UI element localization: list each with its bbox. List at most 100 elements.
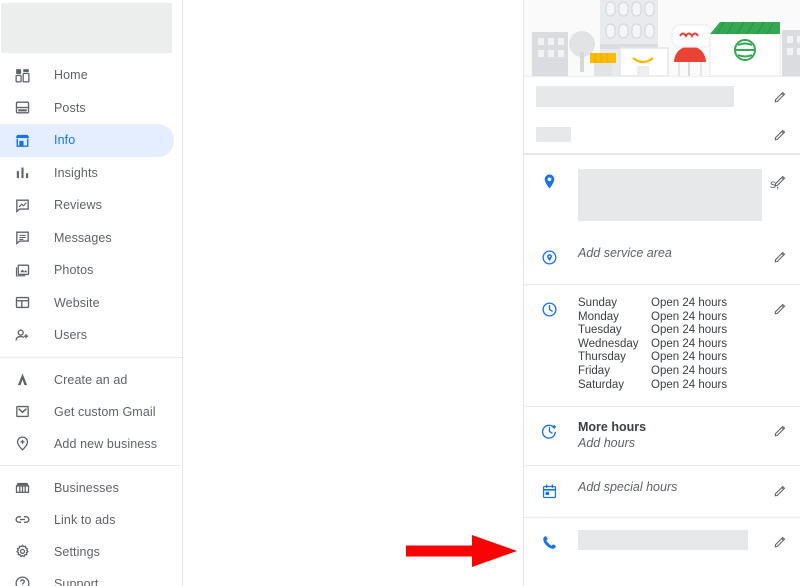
service-area-row[interactable]: Add service area xyxy=(524,231,800,284)
phone-icon xyxy=(538,531,560,553)
edit-business-name-pencil-icon[interactable] xyxy=(770,86,790,106)
sidebar-group-account: Businesses Link to ads Settings Support xyxy=(0,464,182,586)
sidebar-item-support[interactable]: Support xyxy=(0,568,174,586)
brand-placeholder xyxy=(1,3,172,53)
bar-chart-icon xyxy=(10,161,34,185)
edit-phone-pencil-icon[interactable] xyxy=(770,531,790,551)
sidebar-item-insights[interactable]: Insights xyxy=(0,157,174,190)
sidebar-item-posts[interactable]: Posts xyxy=(0,92,174,125)
sidebar-item-photos[interactable]: Photos xyxy=(0,254,174,287)
businesses-icon xyxy=(10,476,34,500)
edit-special-hours-pencil-icon[interactable] xyxy=(770,480,790,500)
sidebar-item-website[interactable]: Website xyxy=(0,287,174,320)
identity-card xyxy=(524,77,800,154)
address-redaction-block xyxy=(578,169,762,221)
hours-day: Tuesday xyxy=(578,324,622,337)
app-root: Home Posts Info Insights Reviews Message… xyxy=(0,0,800,586)
sidebar-item-label: Insights xyxy=(54,165,98,180)
sidebar-item-label: Link to ads xyxy=(54,512,116,527)
address-row[interactable]: s, xyxy=(524,155,800,231)
phone-body xyxy=(578,530,770,551)
edit-service-area-pencil-icon[interactable] xyxy=(770,246,790,266)
edit-more-hours-pencil-icon[interactable] xyxy=(770,420,790,440)
business-name-row[interactable] xyxy=(524,77,800,115)
sidebar-item-info[interactable]: Info xyxy=(0,124,174,157)
sidebar-item-users[interactable]: Users xyxy=(0,319,174,352)
sidebar-item-label: Businesses xyxy=(54,480,119,495)
message-icon xyxy=(10,226,34,250)
storefront-icon xyxy=(10,128,34,152)
sidebar-item-label: Messages xyxy=(54,230,112,245)
sidebar-item-label: Photos xyxy=(54,263,94,278)
hours-table: Sunday Open 24 hours Monday Open 24 hour… xyxy=(578,297,770,392)
sidebar-item-label: Add new business xyxy=(54,436,158,451)
clock-icon xyxy=(538,298,560,320)
special-hours-body: Add special hours xyxy=(578,479,770,495)
address-redaction-wrap: s, xyxy=(578,169,779,221)
hours-value: Open 24 hours xyxy=(651,378,728,391)
business-name-placeholder xyxy=(536,85,734,107)
hours-day: Thursday xyxy=(578,351,626,364)
sidebar-item-home[interactable]: Home xyxy=(0,59,174,92)
sidebar-item-create-an-ad[interactable]: Create an ad xyxy=(0,364,174,396)
sidebar-item-settings[interactable]: Settings xyxy=(0,536,174,568)
gear-icon xyxy=(10,540,34,564)
address-body: s, xyxy=(578,169,779,221)
sidebar-group-promote: Create an ad Get custom Gmail Add new bu… xyxy=(0,356,182,465)
more-hours-subtitle: Add hours xyxy=(578,436,635,451)
google-ads-icon xyxy=(10,368,34,392)
sidebar-item-businesses[interactable]: Businesses xyxy=(0,472,174,504)
hours-body: Sunday Open 24 hours Monday Open 24 hour… xyxy=(578,297,770,392)
phone-row[interactable] xyxy=(524,518,800,565)
edit-business-category-pencil-icon[interactable] xyxy=(770,124,790,144)
special-hours-label: Add special hours xyxy=(578,480,678,495)
more-hours-row[interactable]: More hours Add hours xyxy=(524,407,800,465)
hours-row[interactable]: Sunday Open 24 hours Monday Open 24 hour… xyxy=(524,285,800,406)
calendar-icon xyxy=(538,480,560,502)
location-pin-icon xyxy=(538,170,560,192)
sidebar-item-label: Home xyxy=(54,68,88,83)
link-icon xyxy=(10,508,34,532)
special-hours-row[interactable]: Add special hours xyxy=(524,466,800,517)
sidebar-item-messages[interactable]: Messages xyxy=(0,222,174,255)
sidebar-item-label: Create an ad xyxy=(54,372,128,387)
review-icon xyxy=(10,193,34,217)
business-category-placeholder xyxy=(536,126,571,142)
main-content-area xyxy=(183,0,523,586)
phone-redaction-block xyxy=(578,530,748,551)
edit-hours-pencil-icon[interactable] xyxy=(770,298,790,318)
sidebar-item-add-new-business[interactable]: Add new business xyxy=(0,428,174,460)
dashboard-icon xyxy=(10,63,34,87)
sidebar-item-label: Info xyxy=(54,133,76,148)
more-hours-card: More hours Add hours xyxy=(524,407,800,467)
sidebar-item-get-custom-gmail[interactable]: Get custom Gmail xyxy=(0,396,174,428)
service-area-body: Add service area xyxy=(578,245,770,261)
hours-card: Sunday Open 24 hours Monday Open 24 hour… xyxy=(524,285,800,408)
special-hours-card: Add special hours xyxy=(524,466,800,519)
hours-day: Friday xyxy=(578,364,610,377)
location-card: s, Add service area xyxy=(524,154,800,285)
add-user-icon xyxy=(10,323,34,347)
sidebar-item-label: Support xyxy=(54,576,99,586)
website-icon xyxy=(10,291,34,315)
phone-card xyxy=(524,518,800,566)
sidebar-group-main: Home Posts Info Insights Reviews Message… xyxy=(0,53,182,357)
service-area-label: Add service area xyxy=(578,246,672,260)
sidebar-item-link-to-ads[interactable]: Link to ads xyxy=(0,504,174,536)
more-hours-icon xyxy=(538,420,560,442)
hours-value: Open 24 hours xyxy=(651,337,728,350)
business-info-panel: s, Add service area Sunday Open 24 hours… xyxy=(523,0,800,586)
sidebar-item-label: Users xyxy=(54,328,88,343)
hours-day: Wednesday xyxy=(578,337,639,350)
posts-icon xyxy=(10,96,34,120)
business-category-row[interactable] xyxy=(524,115,800,153)
sidebar-item-reviews[interactable]: Reviews xyxy=(0,189,174,222)
address-visible-fragment: s, xyxy=(770,177,780,191)
hours-day: Monday xyxy=(578,310,619,323)
sidebar-item-label: Website xyxy=(54,295,100,310)
service-area-icon xyxy=(538,246,560,268)
sidebar-item-label: Reviews xyxy=(54,198,102,213)
hours-day: Saturday xyxy=(578,378,625,391)
more-hours-title: More hours xyxy=(578,420,647,435)
hours-value: Open 24 hours xyxy=(651,297,728,309)
